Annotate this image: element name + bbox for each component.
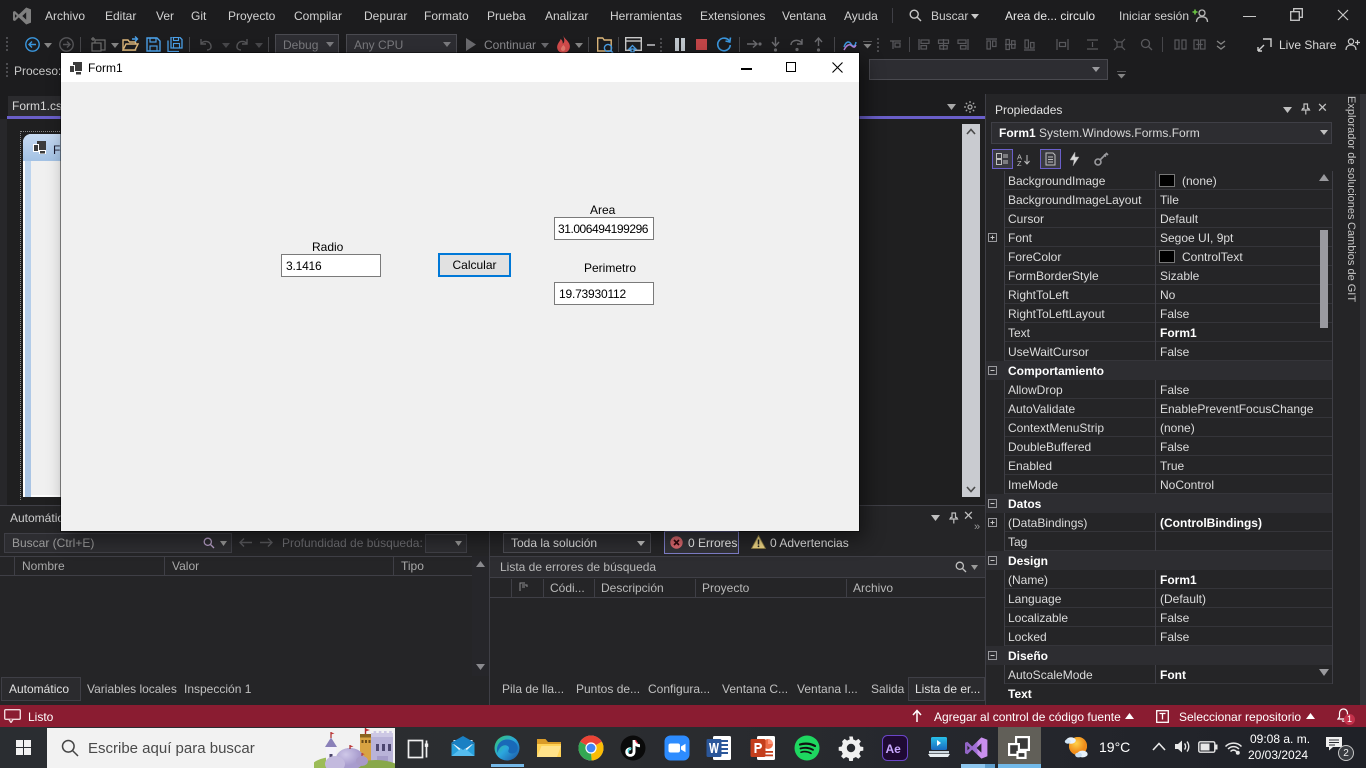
svg-text:Z: Z	[1017, 159, 1022, 166]
svg-text:Ae: Ae	[886, 742, 902, 756]
